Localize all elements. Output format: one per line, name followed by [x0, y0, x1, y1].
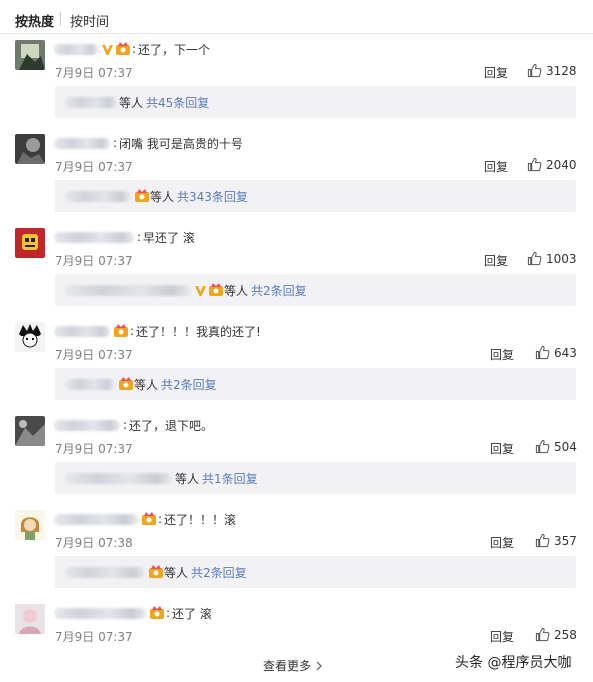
comment-text: 还了 滚	[172, 606, 212, 621]
thumbs-up-icon	[535, 345, 550, 360]
reply-button[interactable]: 回复	[484, 252, 508, 269]
reply-button[interactable]: 回复	[484, 64, 508, 81]
comment-time: 7月9日 07:37	[55, 348, 133, 362]
comment-text: 还了，退下吧。	[129, 418, 214, 433]
sort-bar: 按热度 按时间	[0, 0, 593, 36]
thumbs-up-icon	[527, 251, 542, 266]
reply-user-blurred	[65, 96, 117, 108]
reply-user-blurred	[65, 190, 131, 202]
thumbs-up-icon	[527, 63, 542, 78]
avatar[interactable]	[15, 416, 45, 446]
comment-time: 7月9日 07:37	[55, 254, 133, 268]
reply-user-blurred	[65, 378, 115, 390]
thumbs-up-icon	[535, 627, 550, 642]
username-blurred[interactable]	[54, 325, 110, 337]
source-watermark: 头条 @程序员大咖	[455, 655, 572, 671]
sub-replies-box[interactable]: 等人 共2条回复	[55, 274, 576, 306]
username-blurred[interactable]	[54, 513, 138, 525]
username-blurred[interactable]	[54, 231, 134, 243]
reply-user-blurred	[65, 284, 191, 296]
view-replies-link[interactable]: 共45条回复	[146, 94, 209, 111]
comment-text: 还了！！！滚	[164, 512, 237, 527]
reply-button[interactable]: 回复	[490, 346, 514, 363]
reply-user-blurred	[65, 472, 173, 484]
sort-by-time-tab[interactable]: 按时间	[70, 11, 109, 30]
sub-replies-box[interactable]: 等人 共45条回复	[55, 86, 576, 118]
like-button[interactable]: 504	[535, 439, 577, 454]
fan-badge-icon	[150, 606, 164, 619]
username-blurred[interactable]	[54, 137, 110, 149]
fan-badge-icon	[142, 512, 156, 525]
chevron-right-icon	[316, 661, 322, 670]
fan-badge-icon	[149, 565, 163, 578]
sub-replies-box[interactable]: 等人 共1条回复	[55, 462, 576, 494]
sub-replies-box[interactable]: 等人 共343条回复	[55, 180, 576, 212]
reply-button[interactable]: 回复	[490, 628, 514, 645]
username-blurred[interactable]	[54, 419, 120, 431]
view-replies-link[interactable]: 共2条回复	[251, 282, 307, 299]
thumbs-up-icon	[535, 439, 550, 454]
like-button[interactable]: 258	[535, 627, 577, 642]
sort-bar-divider	[0, 33, 593, 34]
like-count: 258	[554, 627, 577, 642]
like-button[interactable]: 1003	[527, 251, 577, 266]
fan-badge-icon	[135, 189, 149, 202]
fan-badge-icon	[116, 42, 130, 55]
view-replies-link[interactable]: 共2条回复	[191, 564, 247, 581]
reply-user-blurred	[65, 566, 145, 578]
comment-time: 7月9日 07:37	[55, 630, 133, 644]
like-button[interactable]: 3128	[527, 63, 577, 78]
like-button[interactable]: 357	[535, 533, 577, 548]
like-count: 643	[554, 345, 577, 360]
comment-time: 7月9日 07:37	[55, 66, 133, 80]
avatar[interactable]	[15, 322, 45, 352]
thumbs-up-icon	[535, 533, 550, 548]
sort-by-hot-tab[interactable]: 按热度	[15, 11, 54, 30]
like-count: 357	[554, 533, 577, 548]
sub-replies-box[interactable]: 等人 共2条回复	[55, 368, 576, 400]
like-count: 504	[554, 439, 577, 454]
username-blurred[interactable]	[54, 607, 146, 619]
username-blurred[interactable]	[54, 43, 98, 55]
avatar[interactable]	[15, 134, 45, 164]
like-count: 3128	[546, 63, 577, 78]
thumbs-up-icon	[527, 157, 542, 172]
comment-text: 还了，下一个	[138, 42, 211, 57]
sort-divider	[60, 12, 61, 26]
avatar[interactable]	[15, 228, 45, 258]
avatar[interactable]	[15, 604, 45, 634]
comment-text: 还了！！！我真的还了!	[136, 324, 261, 339]
comment-time: 7月9日 07:37	[55, 442, 133, 456]
like-button[interactable]: 643	[535, 345, 577, 360]
comment-text: 闭嘴 我可是高贵的十号	[119, 136, 243, 151]
view-replies-link[interactable]: 共343条回复	[177, 188, 248, 205]
view-replies-link[interactable]: 共2条回复	[161, 376, 217, 393]
reply-button[interactable]: 回复	[490, 534, 514, 551]
fan-badge-icon	[114, 324, 128, 337]
verified-v-icon	[102, 44, 113, 55]
like-button[interactable]: 2040	[527, 157, 577, 172]
reply-button[interactable]: 回复	[490, 440, 514, 457]
sub-replies-box[interactable]: 等人 共2条回复	[55, 556, 576, 588]
like-count: 2040	[546, 157, 577, 172]
comment-time: 7月9日 07:37	[55, 160, 133, 174]
view-more-button[interactable]: 查看更多	[263, 657, 324, 674]
fan-badge-icon	[209, 283, 223, 296]
like-count: 1003	[546, 251, 577, 266]
reply-button[interactable]: 回复	[484, 158, 508, 175]
view-replies-link[interactable]: 共1条回复	[202, 470, 258, 487]
avatar[interactable]	[15, 40, 45, 70]
avatar[interactable]	[15, 510, 45, 540]
comment-time: 7月9日 07:38	[55, 536, 133, 550]
comment-text: 早还了 滚	[143, 230, 195, 245]
verified-v-icon	[195, 285, 206, 296]
fan-badge-icon	[119, 377, 133, 390]
